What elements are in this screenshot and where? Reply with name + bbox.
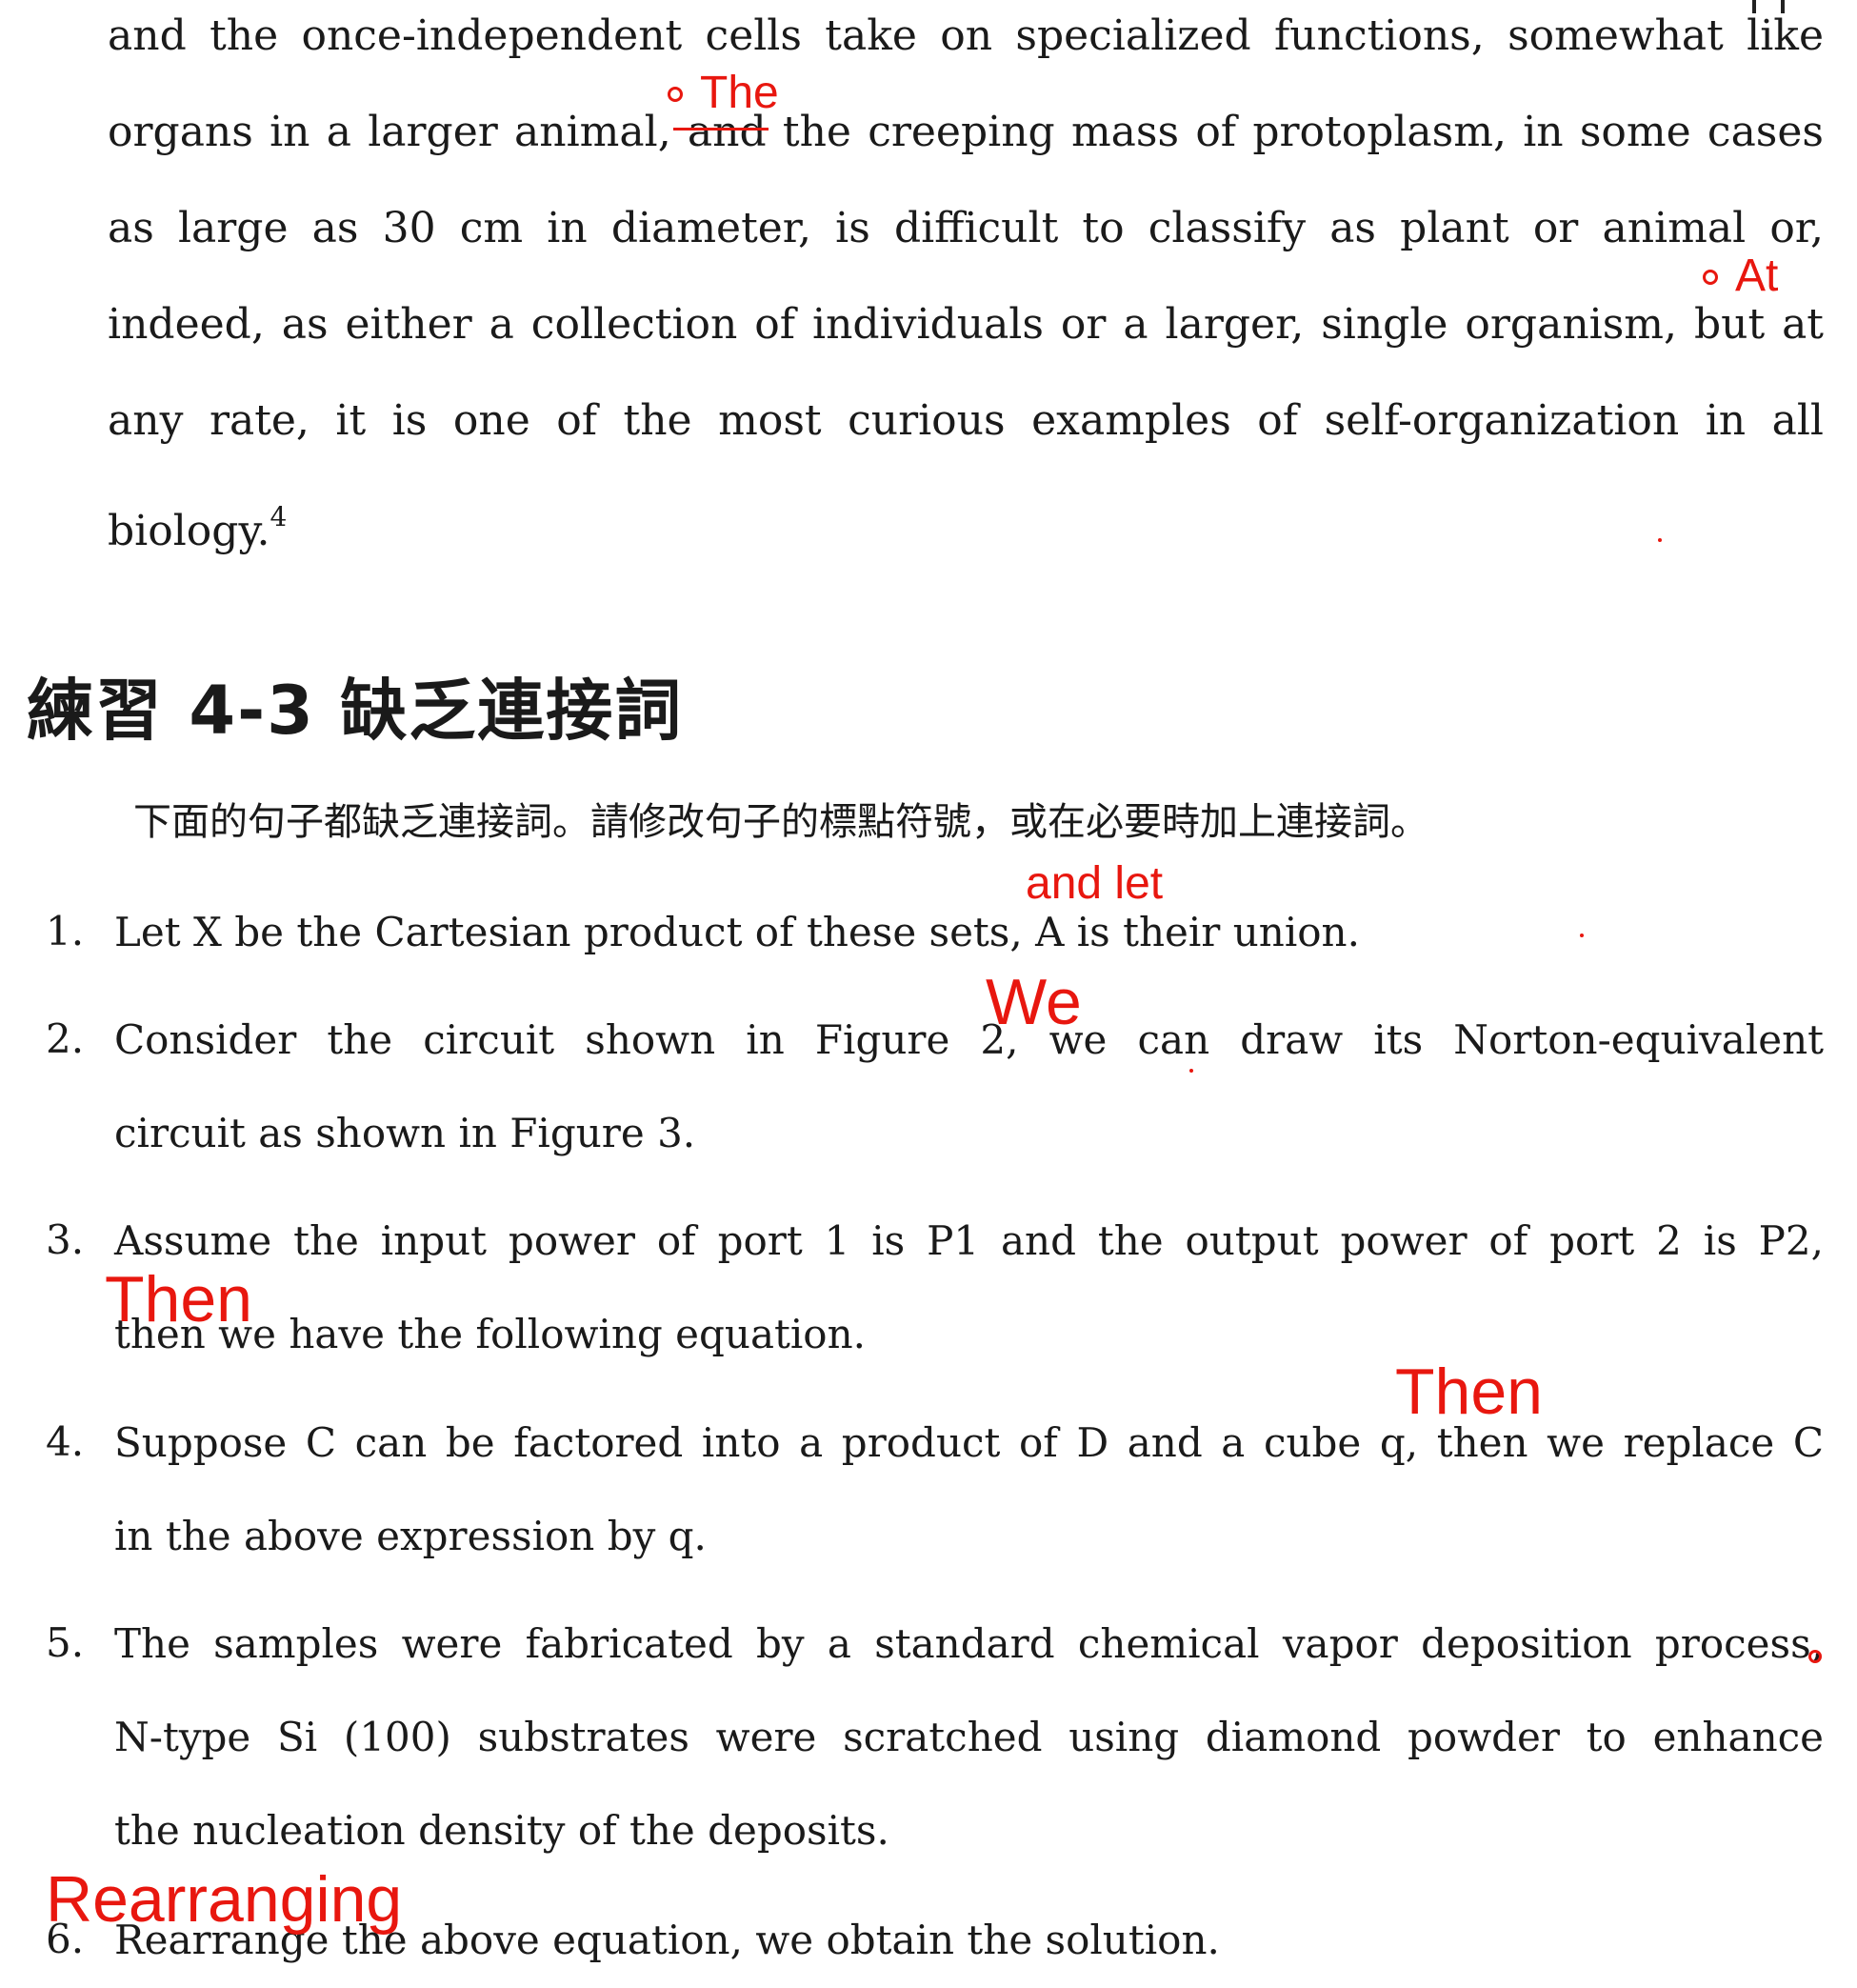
correction-then: Then xyxy=(105,1263,252,1335)
item-4-line: in the above expression by q. xyxy=(114,1513,707,1559)
exercise-instruction: 下面的句子都缺乏連接詞。請修改句子的標點符號，或在必要時加上連接詞。 xyxy=(133,800,1428,844)
period-mark-circle xyxy=(668,87,683,102)
item-2-line: circuit as shown in Figure 3. xyxy=(114,1110,696,1156)
correction-the: The xyxy=(700,68,779,118)
stray-red-dot xyxy=(1580,934,1584,937)
item-number: 3. xyxy=(46,1216,85,1263)
item-2-line: Consider the circuit shown in Figure 2, … xyxy=(114,1016,1824,1063)
item-4-line: Suppose C can be factored into a product… xyxy=(114,1419,1824,1466)
item-1-line: Let X be the Cartesian product of these … xyxy=(114,909,1360,955)
item-5-line: The samples were fabricated by a standar… xyxy=(114,1620,1824,1667)
exercise-heading: 練習 4-3 缺乏連接詞 xyxy=(27,672,684,750)
item-3-line: Assume the input power of port 1 is P1 a… xyxy=(114,1217,1824,1264)
correction-then: Then xyxy=(1395,1355,1543,1428)
item-number: 1. xyxy=(46,908,85,954)
item-3-line: then we have the following equation. xyxy=(114,1311,866,1357)
paragraph-line: as large as 30 cm in diameter, is diffic… xyxy=(108,204,1824,252)
period-mark-circle xyxy=(1808,1650,1822,1663)
item-number: 5. xyxy=(46,1619,85,1666)
paragraph-line: any rate, it is one of the most curious … xyxy=(108,396,1824,445)
period-dot xyxy=(1189,1069,1193,1073)
paragraph-last-line: biology.4 xyxy=(108,469,1824,579)
stray-red-dot xyxy=(1658,538,1662,542)
correction-at: At xyxy=(1735,251,1779,301)
correction-rearranging: Rearranging xyxy=(46,1863,403,1936)
item-5-line: N-type Si (100) substrates were scratche… xyxy=(114,1714,1824,1760)
period-mark-circle xyxy=(1703,270,1718,285)
paragraph-line: organs in a larger animal, and the creep… xyxy=(108,108,1824,156)
correction-we: We xyxy=(986,966,1082,1038)
paragraph-line-text: biology. xyxy=(108,507,270,555)
item-number: 2. xyxy=(46,1015,85,1062)
item-number: 4. xyxy=(46,1418,85,1465)
correction-and-let: and let xyxy=(1026,858,1164,909)
footnote-reference: 4 xyxy=(270,501,288,532)
paragraph-line: indeed, as either a collection of indivi… xyxy=(108,300,1824,349)
paragraph-line: and the once-independent cells take on s… xyxy=(108,11,1824,60)
strikethrough-and xyxy=(673,128,769,131)
